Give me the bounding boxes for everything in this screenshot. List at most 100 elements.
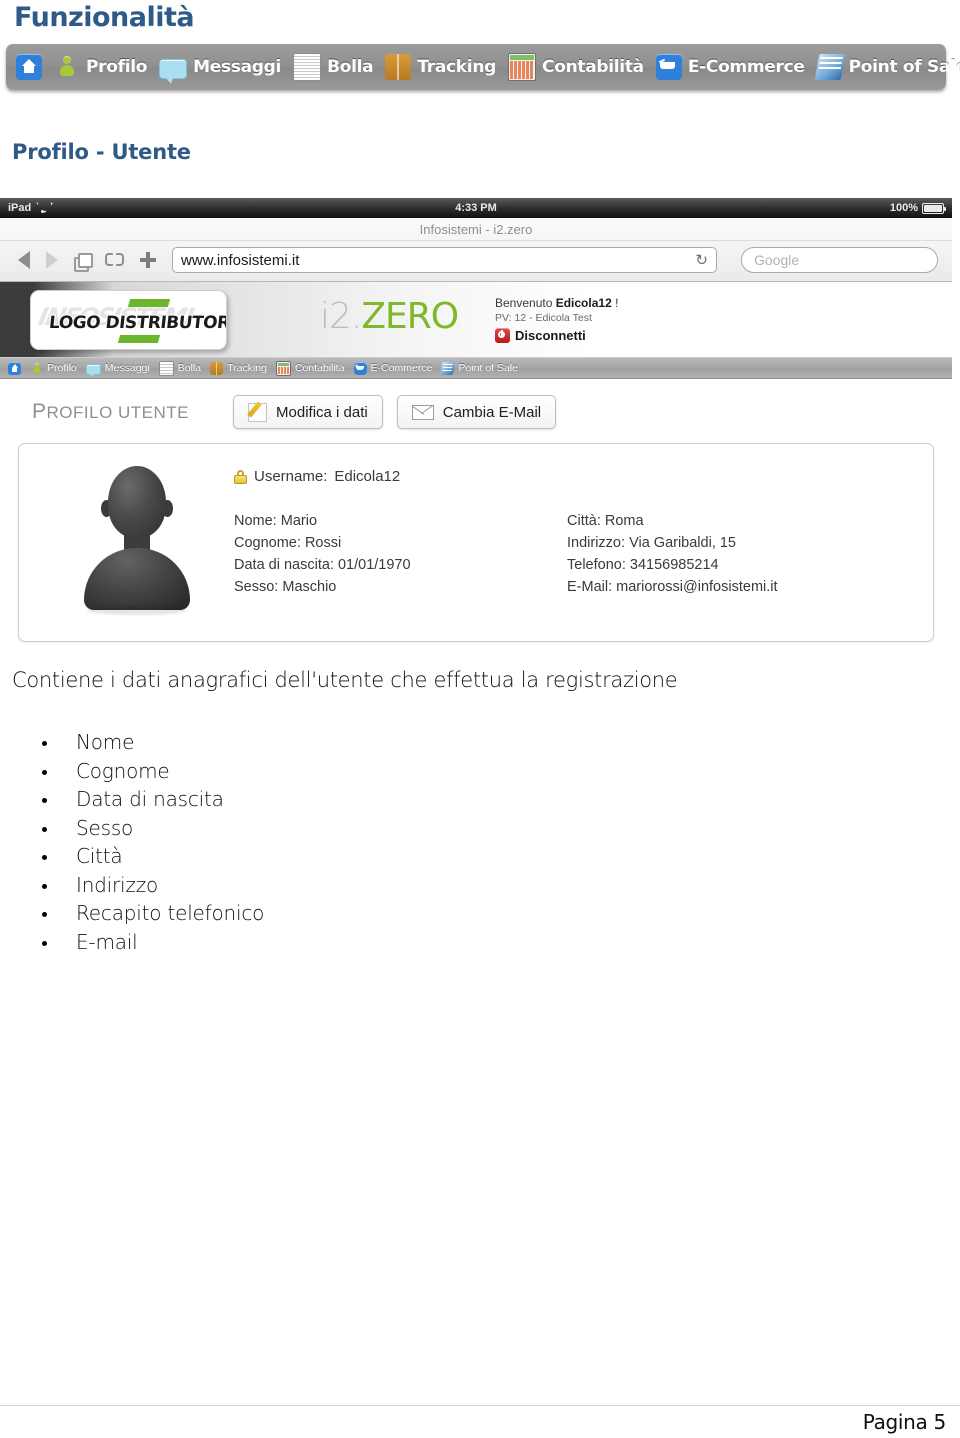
logo-green-bar-bottom (117, 335, 161, 343)
list-item: Città (40, 842, 264, 871)
edit-data-label: Modifica i dati (276, 403, 368, 421)
field-cognome: Cognome: Rossi (234, 532, 411, 554)
welcome-suffix: ! (611, 296, 619, 310)
lead-paragraph: Contiene i dati anagrafici dell'utente c… (12, 668, 678, 692)
brand-suffix: ZERO (361, 296, 459, 337)
app-nav-label-ecommerce: E-Commerce (370, 362, 433, 374)
nav-item-tracking[interactable]: Tracking (385, 54, 496, 80)
edit-data-button[interactable]: Modifica i dati (233, 395, 383, 429)
nav-label-point-of-sale: Point of Sale (848, 57, 960, 77)
plus-icon[interactable] (140, 252, 156, 268)
app-nav-item-messaggi[interactable]: Messaggi (85, 362, 150, 377)
pv-line: PV: 12 - Edicola Test (495, 312, 592, 324)
list-item: Recapito telefonico (40, 899, 264, 928)
app-nav-label-messaggi: Messaggi (104, 362, 150, 374)
field-email-value: mariorossi@infosistemi.it (616, 579, 778, 595)
app-nav-item-point-of-sale[interactable]: Point of Sale (440, 361, 518, 375)
list-item: Cognome (40, 757, 264, 786)
field-sesso: Sesso: Maschio (234, 576, 411, 598)
book-icon[interactable] (105, 253, 124, 267)
welcome-prefix: Benvenuto (495, 296, 556, 310)
brand-prefix: i2 (320, 296, 352, 337)
welcome-username: Edicola12 (555, 296, 612, 310)
box-icon (210, 361, 224, 375)
pos-icon (440, 361, 456, 375)
username-label: Username: (254, 468, 328, 485)
profile-toolbar: PROFILO UTENTE Modifica i dati Cambia E-… (0, 379, 952, 429)
logout-button[interactable]: Disconnetti (495, 328, 618, 343)
page-number: Pagina 5 (862, 1410, 947, 1434)
field-email: E-Mail: mariorossi@infosistemi.it (567, 576, 778, 598)
lock-icon (234, 469, 247, 484)
status-bar-right: 100% (890, 202, 946, 214)
safari-toolbar: www.infosistemi.it ↻ Google (0, 241, 952, 275)
app-nav-label-point-of-sale: Point of Sale (458, 362, 518, 374)
app-nav-label-tracking: Tracking (227, 362, 267, 374)
app-nav-label-contabilita: Contabilità (294, 362, 345, 374)
tabs-icon[interactable] (74, 252, 93, 272)
profile-section-heading: PROFILO UTENTE (32, 400, 189, 424)
brand-dot: . (350, 296, 362, 337)
field-cognome-value: Rossi (304, 535, 342, 551)
app-nav-item-bolla[interactable]: Bolla (158, 360, 202, 376)
url-input[interactable]: www.infosistemi.it ↻ (172, 247, 717, 273)
profile-fields-left: Nome: Mario Cognome: Rossi Data di nasci… (234, 510, 411, 598)
field-nome: Nome: Mario (234, 510, 411, 532)
app-nav-label-profilo: Profilo (47, 362, 77, 374)
nav-label-bolla: Bolla (327, 57, 374, 77)
ipad-screenshot: iPad 4:33 PM 100% Infosistemi - i2.zero … (0, 198, 952, 669)
app-nav-item-tracking[interactable]: Tracking (210, 361, 267, 375)
battery-icon (922, 202, 946, 214)
logo-green-bar-top (127, 299, 171, 307)
avatar-head (108, 466, 166, 538)
field-data-nascita-value: 01/01/1970 (337, 557, 411, 573)
back-arrow-icon[interactable] (18, 251, 30, 269)
avatar-shadow (87, 606, 187, 615)
app-nav-item-profilo[interactable]: Profilo (30, 362, 77, 375)
app-nav-item-ecommerce[interactable]: E-Commerce (353, 361, 433, 375)
nav-label-profilo: Profilo (86, 57, 148, 77)
field-data-nascita: Data di nascita: 01/01/1970 (234, 554, 411, 576)
logo-placeholder-text: LOGO DISTRIBUTORE (47, 313, 227, 333)
page-title: Funzionalità (14, 2, 195, 33)
user-icon (54, 54, 80, 80)
nav-item-point-of-sale[interactable]: Point of Sale (814, 54, 960, 80)
forward-arrow-icon[interactable] (46, 251, 58, 269)
nav-item-bolla[interactable]: Bolla (293, 53, 374, 81)
field-sesso-label: Sesso: (234, 579, 279, 595)
field-citta-label: Città: (567, 513, 601, 529)
logout-label: Disconnetti (515, 328, 586, 343)
nav-item-home[interactable] (16, 54, 42, 80)
field-email-label: E-Mail: (567, 579, 613, 595)
nav-item-messaggi[interactable]: Messaggi (159, 56, 281, 84)
search-input[interactable]: Google (741, 247, 938, 273)
list-item: Data di nascita (40, 785, 264, 814)
search-placeholder: Google (754, 252, 800, 268)
profile-fields-right: Città: Roma Indirizzo: Via Garibaldi, 15… (567, 510, 778, 598)
app-nav-item-contabilita[interactable]: Contabilità (275, 360, 345, 376)
nav-label-tracking: Tracking (417, 57, 497, 77)
nav-item-contabilita[interactable]: Contabilità (508, 53, 644, 81)
profile-detail-panel: Username: Edicola12 Nome: Mario Cognome:… (18, 443, 934, 642)
mail-icon (411, 404, 434, 420)
avatar (77, 466, 197, 616)
power-icon (495, 328, 510, 343)
functionality-navbar-graphic: Profilo Messaggi Bolla Tracking Contabil… (6, 44, 960, 90)
field-nome-value: Mario (280, 513, 318, 529)
nav-item-ecommerce[interactable]: E-Commerce (655, 54, 805, 80)
profile-heading-rest: ROFILO UTENTE (46, 403, 190, 422)
username-value: Edicola12 (334, 468, 401, 485)
app-nav-item-home[interactable] (8, 361, 21, 375)
nav-item-profilo[interactable]: Profilo (54, 54, 147, 80)
app-nav-label-bolla: Bolla (177, 362, 202, 374)
field-telefono-label: Telefono: (567, 557, 626, 573)
welcome-box: Benvenuto Edicola12 ! PV: 12 - Edicola T… (495, 296, 618, 343)
nav-label-ecommerce: E-Commerce (687, 57, 805, 77)
field-citta-value: Roma (604, 513, 644, 529)
reload-icon[interactable]: ↻ (695, 251, 708, 269)
cart-icon (353, 361, 367, 375)
browser-tab-title[interactable]: Infosistemi - i2.zero (0, 218, 952, 241)
field-sesso-value: Maschio (282, 579, 337, 595)
change-email-button[interactable]: Cambia E-Mail (396, 395, 557, 429)
calculator-icon (508, 53, 537, 81)
